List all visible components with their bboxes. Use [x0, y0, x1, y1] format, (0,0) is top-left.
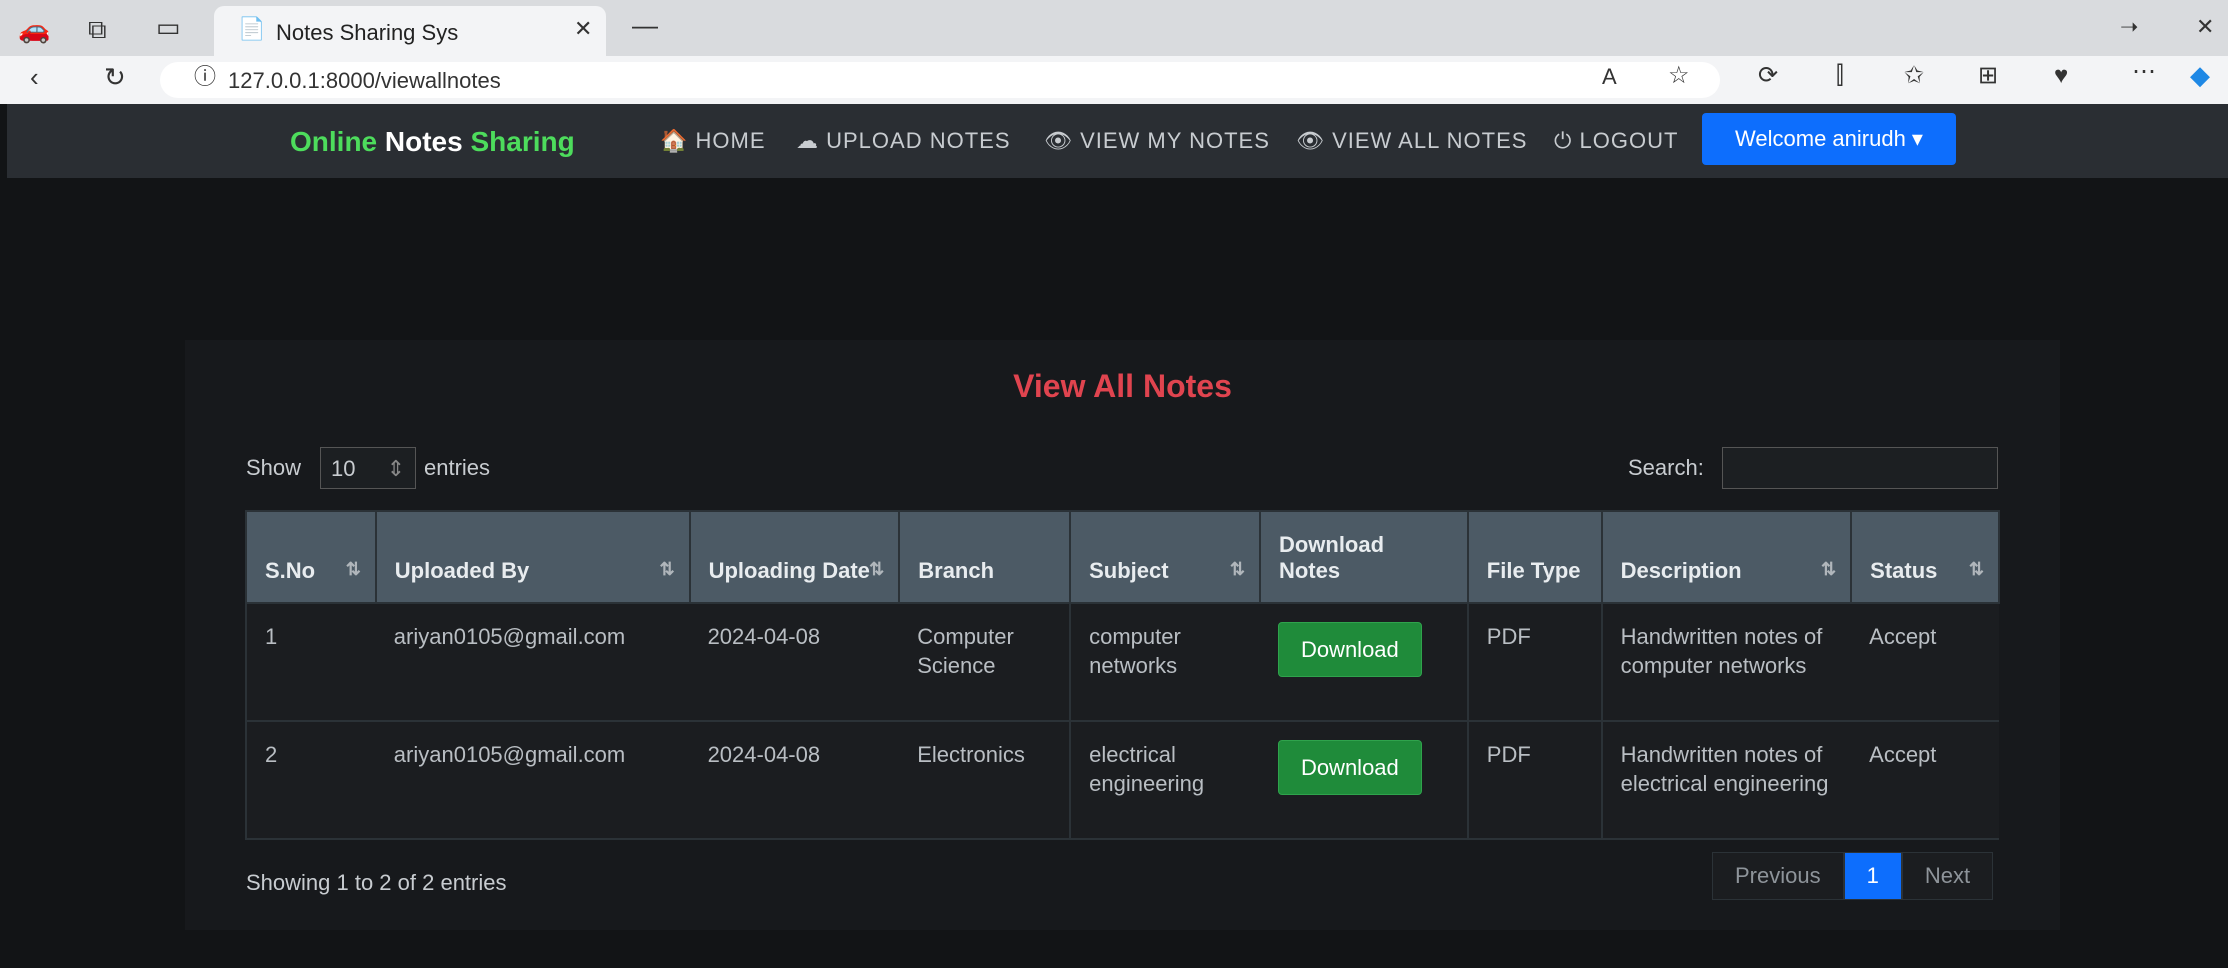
brand-word-notes: Notes — [384, 126, 463, 157]
cell-file-type: PDF — [1467, 602, 1603, 722]
window-close-icon[interactable]: ✕ — [2196, 16, 2214, 38]
read-aloud-icon[interactable]: A — [1602, 66, 1617, 88]
favorite-star-icon[interactable]: ☆ — [1668, 64, 1690, 88]
col-header-file-type[interactable]: File Type — [1466, 510, 1603, 604]
eye-icon: 👁 — [1044, 128, 1073, 153]
collections-icon[interactable]: ⊞ — [1978, 64, 1998, 88]
col-header-description[interactable]: Description ⇅ — [1600, 510, 1853, 604]
minimize-icon[interactable]: ➝ — [2120, 16, 2138, 38]
cell-status: Accept — [1851, 602, 1999, 722]
cell-date: 2024-04-08 — [689, 602, 900, 722]
sort-icon[interactable]: ⇅ — [1969, 559, 1984, 580]
sort-icon[interactable]: ⇅ — [1230, 559, 1245, 580]
welcome-dropdown-button[interactable]: Welcome anirudh ▾ — [1702, 113, 1956, 165]
cell-description: Handwritten notes of electrical engineer… — [1601, 720, 1852, 840]
refresh-extension-icon[interactable]: ⟳ — [1758, 64, 1778, 88]
col-header-sno[interactable]: S.No ⇅ — [245, 510, 377, 604]
pagination-previous[interactable]: Previous — [1712, 852, 1844, 900]
search-label: Search: — [1628, 455, 1704, 480]
eye-icon: 👁 — [1296, 128, 1325, 153]
col-header-download[interactable]: Download Notes — [1258, 510, 1469, 604]
nav-upload-label: UPLOAD NOTES — [826, 128, 1011, 153]
cell-uploaded-by: ariyan0105@gmail.com — [375, 602, 690, 722]
search-input[interactable] — [1722, 447, 1998, 489]
nav-logout[interactable]: ⏻ LOGOUT — [1554, 128, 1678, 154]
nav-upload-notes[interactable]: ☁ UPLOAD NOTES — [796, 128, 1011, 154]
pagination-next[interactable]: Next — [1901, 852, 1994, 900]
nav-home[interactable]: 🏠 HOME — [660, 128, 766, 154]
page-title: View All Notes — [1013, 368, 1232, 404]
cell-description: Handwritten notes of computer networks — [1601, 602, 1852, 722]
sort-icon[interactable]: ⇅ — [1821, 559, 1836, 580]
home-icon: 🏠 — [660, 128, 689, 153]
tab-close-icon[interactable]: ✕ — [574, 18, 592, 40]
cell-subject: computer networks — [1070, 602, 1260, 722]
brand-word-sharing: Sharing — [470, 126, 575, 157]
cell-sno: 1 — [245, 602, 376, 722]
select-arrow-icon: ⇕ — [386, 456, 405, 481]
favorites-icon[interactable]: ✩ — [1904, 64, 1924, 88]
table-row: 2 ariyan0105@gmail.com 2024-04-08 Electr… — [245, 720, 1999, 840]
brand-word-online: Online — [290, 126, 378, 157]
tab-title: Notes Sharing Sys — [276, 20, 459, 45]
cell-date: 2024-04-08 — [689, 720, 900, 840]
tab-actions-icon[interactable]: ▭ — [156, 14, 181, 40]
split-screen-icon[interactable]: ⫿ — [1836, 64, 1844, 88]
cell-download: Download — [1259, 720, 1469, 840]
copilot-icon[interactable]: ◆ — [2190, 62, 2210, 88]
download-button[interactable]: Download — [1277, 740, 1422, 795]
nav-view-all-notes[interactable]: 👁 VIEW ALL NOTES — [1296, 128, 1527, 154]
cell-download: Download — [1259, 602, 1469, 722]
show-label: Show — [246, 455, 302, 480]
brand-logo[interactable]: Online Notes Sharing — [290, 126, 575, 158]
cell-uploaded-by: ariyan0105@gmail.com — [375, 720, 690, 840]
url-text[interactable]: 127.0.0.1:8000/viewallnotes — [228, 68, 501, 94]
col-header-subject[interactable]: Subject ⇅ — [1069, 510, 1261, 604]
col-header-branch[interactable]: Branch — [898, 510, 1072, 604]
nav-home-label: HOME — [695, 128, 766, 153]
pagination-page-1[interactable]: 1 — [1843, 852, 1902, 900]
reload-icon[interactable]: ↻ — [104, 64, 126, 90]
nav-view-my-notes[interactable]: 👁 VIEW MY NOTES — [1044, 128, 1270, 154]
sort-icon[interactable]: ⇅ — [869, 559, 884, 580]
notes-table: S.No ⇅ Uploaded By ⇅ Uploading Date ⇅ Branc… — [245, 510, 2000, 840]
cell-file-type: PDF — [1467, 720, 1603, 840]
col-header-upload-date[interactable]: Uploading Date ⇅ — [688, 510, 901, 604]
entries-label: entries — [424, 455, 491, 480]
col-header-uploaded-by[interactable]: Uploaded By ⇅ — [374, 510, 691, 604]
sort-icon[interactable]: ⇅ — [659, 559, 674, 580]
entries-select[interactable]: 10 ⇕ — [320, 447, 416, 489]
cell-status: Accept — [1851, 720, 1999, 840]
back-icon[interactable]: ‹ — [30, 64, 39, 90]
entries-info: Showing 1 to 2 of 2 entries — [246, 870, 507, 895]
workspaces-icon[interactable]: ⧉ — [88, 16, 107, 42]
nav-view-my-label: VIEW MY NOTES — [1080, 128, 1270, 153]
nav-view-all-label: VIEW ALL NOTES — [1332, 128, 1528, 153]
table-row: 1 ariyan0105@gmail.com 2024-04-08 Comput… — [245, 602, 1999, 722]
sort-icon[interactable]: ⇅ — [346, 559, 361, 580]
page-favicon-icon: 📄 — [238, 16, 266, 41]
cell-branch: Computer Science — [899, 602, 1072, 722]
new-tab-icon[interactable]: — — [632, 12, 658, 38]
col-header-status[interactable]: Status ⇅ — [1850, 510, 2000, 604]
power-icon: ⏻ — [1554, 128, 1573, 153]
nav-logout-label: LOGOUT — [1579, 128, 1679, 153]
entries-value: 10 — [331, 456, 356, 481]
cell-subject: electrical engineering — [1070, 720, 1260, 840]
download-button[interactable]: Download — [1277, 622, 1422, 677]
cell-branch: Electronics — [899, 720, 1072, 840]
pagination: Previous 1 Next — [1712, 852, 1994, 900]
profile-avatar-icon[interactable]: 🚗 — [18, 16, 50, 42]
browser-essentials-icon[interactable]: ♥ — [2054, 64, 2068, 88]
more-menu-icon[interactable]: ⋯ — [2132, 60, 2156, 84]
cell-sno: 2 — [245, 720, 376, 840]
site-info-icon[interactable]: ⓘ — [194, 66, 216, 88]
cloud-upload-icon: ☁ — [796, 128, 819, 153]
